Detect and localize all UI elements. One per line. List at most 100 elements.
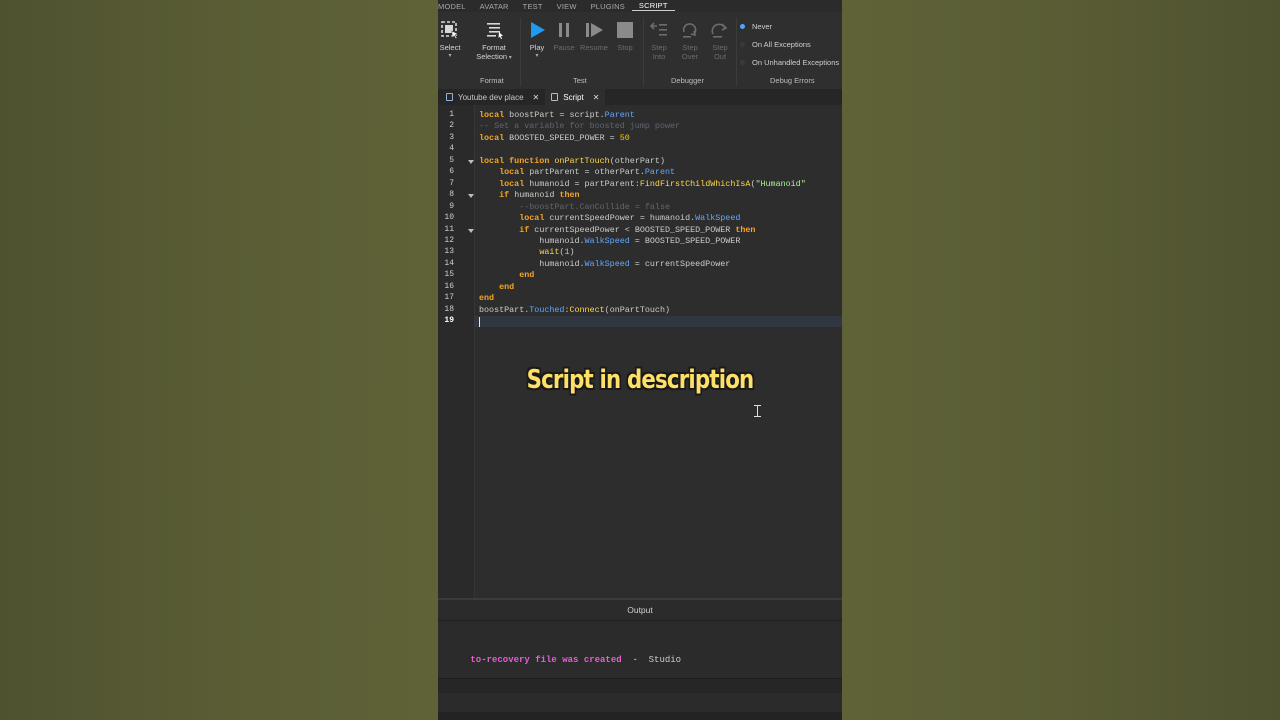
line-number: 6 bbox=[449, 167, 454, 177]
output-title: Output bbox=[627, 605, 653, 615]
code-token: humanoid = partParent: bbox=[524, 178, 640, 189]
tab-youtube-dev-place[interactable]: Youtube dev place ✕ bbox=[438, 89, 545, 105]
code-token: end bbox=[519, 270, 535, 281]
close-icon[interactable]: ✕ bbox=[533, 93, 540, 102]
code-token: local bbox=[479, 110, 505, 120]
menu-avatar[interactable]: AVATAR bbox=[473, 2, 516, 11]
code-line[interactable]: local boostPart = script.Parent bbox=[479, 110, 635, 122]
code-line[interactable]: --boostPart.CanCollide = false bbox=[479, 202, 670, 214]
code-token: wait bbox=[539, 247, 560, 258]
close-icon[interactable]: ✕ bbox=[593, 93, 600, 102]
code-line[interactable]: humanoid.WalkSpeed = BOOSTED_SPEED_POWER bbox=[479, 236, 740, 248]
menu-plugins[interactable]: PLUGINS bbox=[584, 2, 632, 11]
code-line[interactable]: end bbox=[479, 282, 514, 294]
background-right bbox=[842, 0, 1280, 720]
code-line[interactable]: end bbox=[479, 293, 494, 305]
debug-option-never[interactable]: Never bbox=[740, 22, 772, 31]
line-number: 12 bbox=[444, 235, 454, 245]
code-token: local bbox=[519, 213, 545, 224]
code-token: Parent bbox=[604, 110, 635, 120]
code-line[interactable]: if humanoid then bbox=[479, 190, 580, 202]
play-button[interactable]: Play ▾ bbox=[524, 20, 550, 59]
code-line[interactable]: local partParent = otherPart.Parent bbox=[479, 167, 675, 179]
debug-option-all-exceptions[interactable]: On All Exceptions bbox=[740, 40, 811, 49]
code-token: humanoid. bbox=[479, 235, 585, 246]
code-token: Touched bbox=[529, 304, 565, 315]
stop-button[interactable]: Stop bbox=[612, 20, 638, 52]
menu-model[interactable]: MODEL bbox=[438, 2, 473, 11]
code-token: Parent bbox=[644, 167, 676, 178]
fold-chevron-icon[interactable] bbox=[468, 159, 474, 164]
code-line[interactable]: local humanoid = partParent:FindFirstChi… bbox=[479, 179, 806, 191]
radio-unselected-icon bbox=[740, 42, 745, 47]
code-token: onPartTouch bbox=[554, 155, 610, 166]
format-lines-icon bbox=[484, 20, 504, 40]
line-number: 7 bbox=[449, 178, 454, 188]
code-token: BOOSTED_SPEED_POWER = bbox=[504, 132, 620, 143]
code-token: = BOOSTED_SPEED_POWER bbox=[629, 235, 741, 246]
resume-button[interactable]: Resume bbox=[579, 20, 609, 52]
tab-script[interactable]: Script ✕ bbox=[545, 89, 606, 105]
step-over-button[interactable]: Step Over bbox=[676, 20, 704, 61]
ibeam-cursor-icon bbox=[754, 405, 761, 417]
studio-window: MODEL AVATAR TEST VIEW PLUGINS SCRIPT Se… bbox=[438, 0, 842, 720]
stop-icon bbox=[615, 20, 635, 40]
code-editor[interactable]: 1 2 3 4 5 6 7 8 9 10 11 12 13 14 15 16 17 18 19 local boos… bbox=[438, 105, 842, 598]
pause-button[interactable]: Pause bbox=[551, 20, 577, 52]
code-line[interactable]: if currentSpeedPower < BOOSTED_SPEED_POW… bbox=[479, 225, 755, 237]
code-token: if bbox=[499, 190, 510, 201]
code-token: end bbox=[479, 293, 495, 304]
code-token: WalkSpeed bbox=[695, 213, 741, 224]
code-token: (otherPart) bbox=[609, 155, 665, 166]
code-token: (onPartTouch) bbox=[604, 304, 671, 315]
video-caption: Script in description bbox=[526, 365, 755, 395]
radio-selected-icon bbox=[740, 24, 745, 29]
code-line[interactable]: local function onPartTouch(otherPart) bbox=[479, 156, 665, 168]
code-line[interactable]: end bbox=[479, 270, 534, 282]
menu-script[interactable]: SCRIPT bbox=[631, 1, 675, 11]
code-token: boostPart = script. bbox=[504, 110, 605, 120]
group-debugger-label: Debugger bbox=[671, 76, 704, 85]
code-line[interactable]: local currentSpeedPower = humanoid.WalkS… bbox=[479, 213, 740, 225]
play-chevron-icon: ▾ bbox=[535, 53, 539, 59]
code-line[interactable]: -- Set a variable for boosted jump power bbox=[479, 121, 680, 133]
line-number: 16 bbox=[444, 281, 454, 291]
format-selection-button[interactable]: Format Selection ▾ bbox=[472, 20, 516, 61]
output-source: Studio bbox=[648, 655, 682, 665]
output-command-bar[interactable] bbox=[438, 678, 842, 693]
pause-icon bbox=[554, 20, 574, 40]
code-line[interactable]: local BOOSTED_SPEED_POWER = 50 bbox=[479, 133, 630, 145]
code-token: if bbox=[519, 224, 530, 235]
code-line[interactable]: humanoid.WalkSpeed = currentSpeedPower bbox=[479, 259, 730, 271]
code-token: local bbox=[499, 178, 525, 189]
code-line[interactable]: wait(1) bbox=[479, 247, 574, 259]
line-number: 3 bbox=[449, 132, 454, 142]
ribbon-toolbar: Select ▾ Format Selection ▾ Format Play … bbox=[438, 12, 842, 90]
code-token: humanoid bbox=[509, 190, 560, 201]
code-token: then bbox=[559, 190, 580, 201]
code-token: partParent = otherPart. bbox=[524, 167, 645, 178]
group-debug-errors-label: Debug Errors bbox=[770, 76, 815, 85]
code-token: "Humanoid" bbox=[755, 178, 806, 189]
script-icon bbox=[551, 93, 559, 101]
code-token: currentSpeedPower = humanoid. bbox=[544, 213, 696, 224]
step-out-button[interactable]: Step Out bbox=[706, 20, 734, 61]
line-number: 18 bbox=[444, 304, 454, 314]
menu-test[interactable]: TEST bbox=[516, 2, 550, 11]
document-tabs: Youtube dev place ✕ Script ✕ bbox=[438, 89, 842, 105]
code-line[interactable]: boostPart.Touched:Connect(onPartTouch) bbox=[479, 305, 670, 317]
fold-chevron-icon[interactable] bbox=[468, 228, 474, 233]
group-test-label: Test bbox=[573, 76, 587, 85]
debug-option-unhandled-exceptions[interactable]: On Unhandled Exceptions bbox=[740, 58, 839, 67]
line-number: 1 bbox=[449, 110, 454, 119]
fold-chevron-icon[interactable] bbox=[468, 194, 474, 199]
ribbon-divider bbox=[520, 18, 521, 86]
code-token: -- Set a variable for boosted jump power bbox=[479, 121, 681, 132]
menu-view[interactable]: VIEW bbox=[550, 2, 584, 11]
step-into-button[interactable]: Step Into bbox=[646, 20, 672, 61]
select-button[interactable]: Select ▾ bbox=[438, 20, 462, 59]
